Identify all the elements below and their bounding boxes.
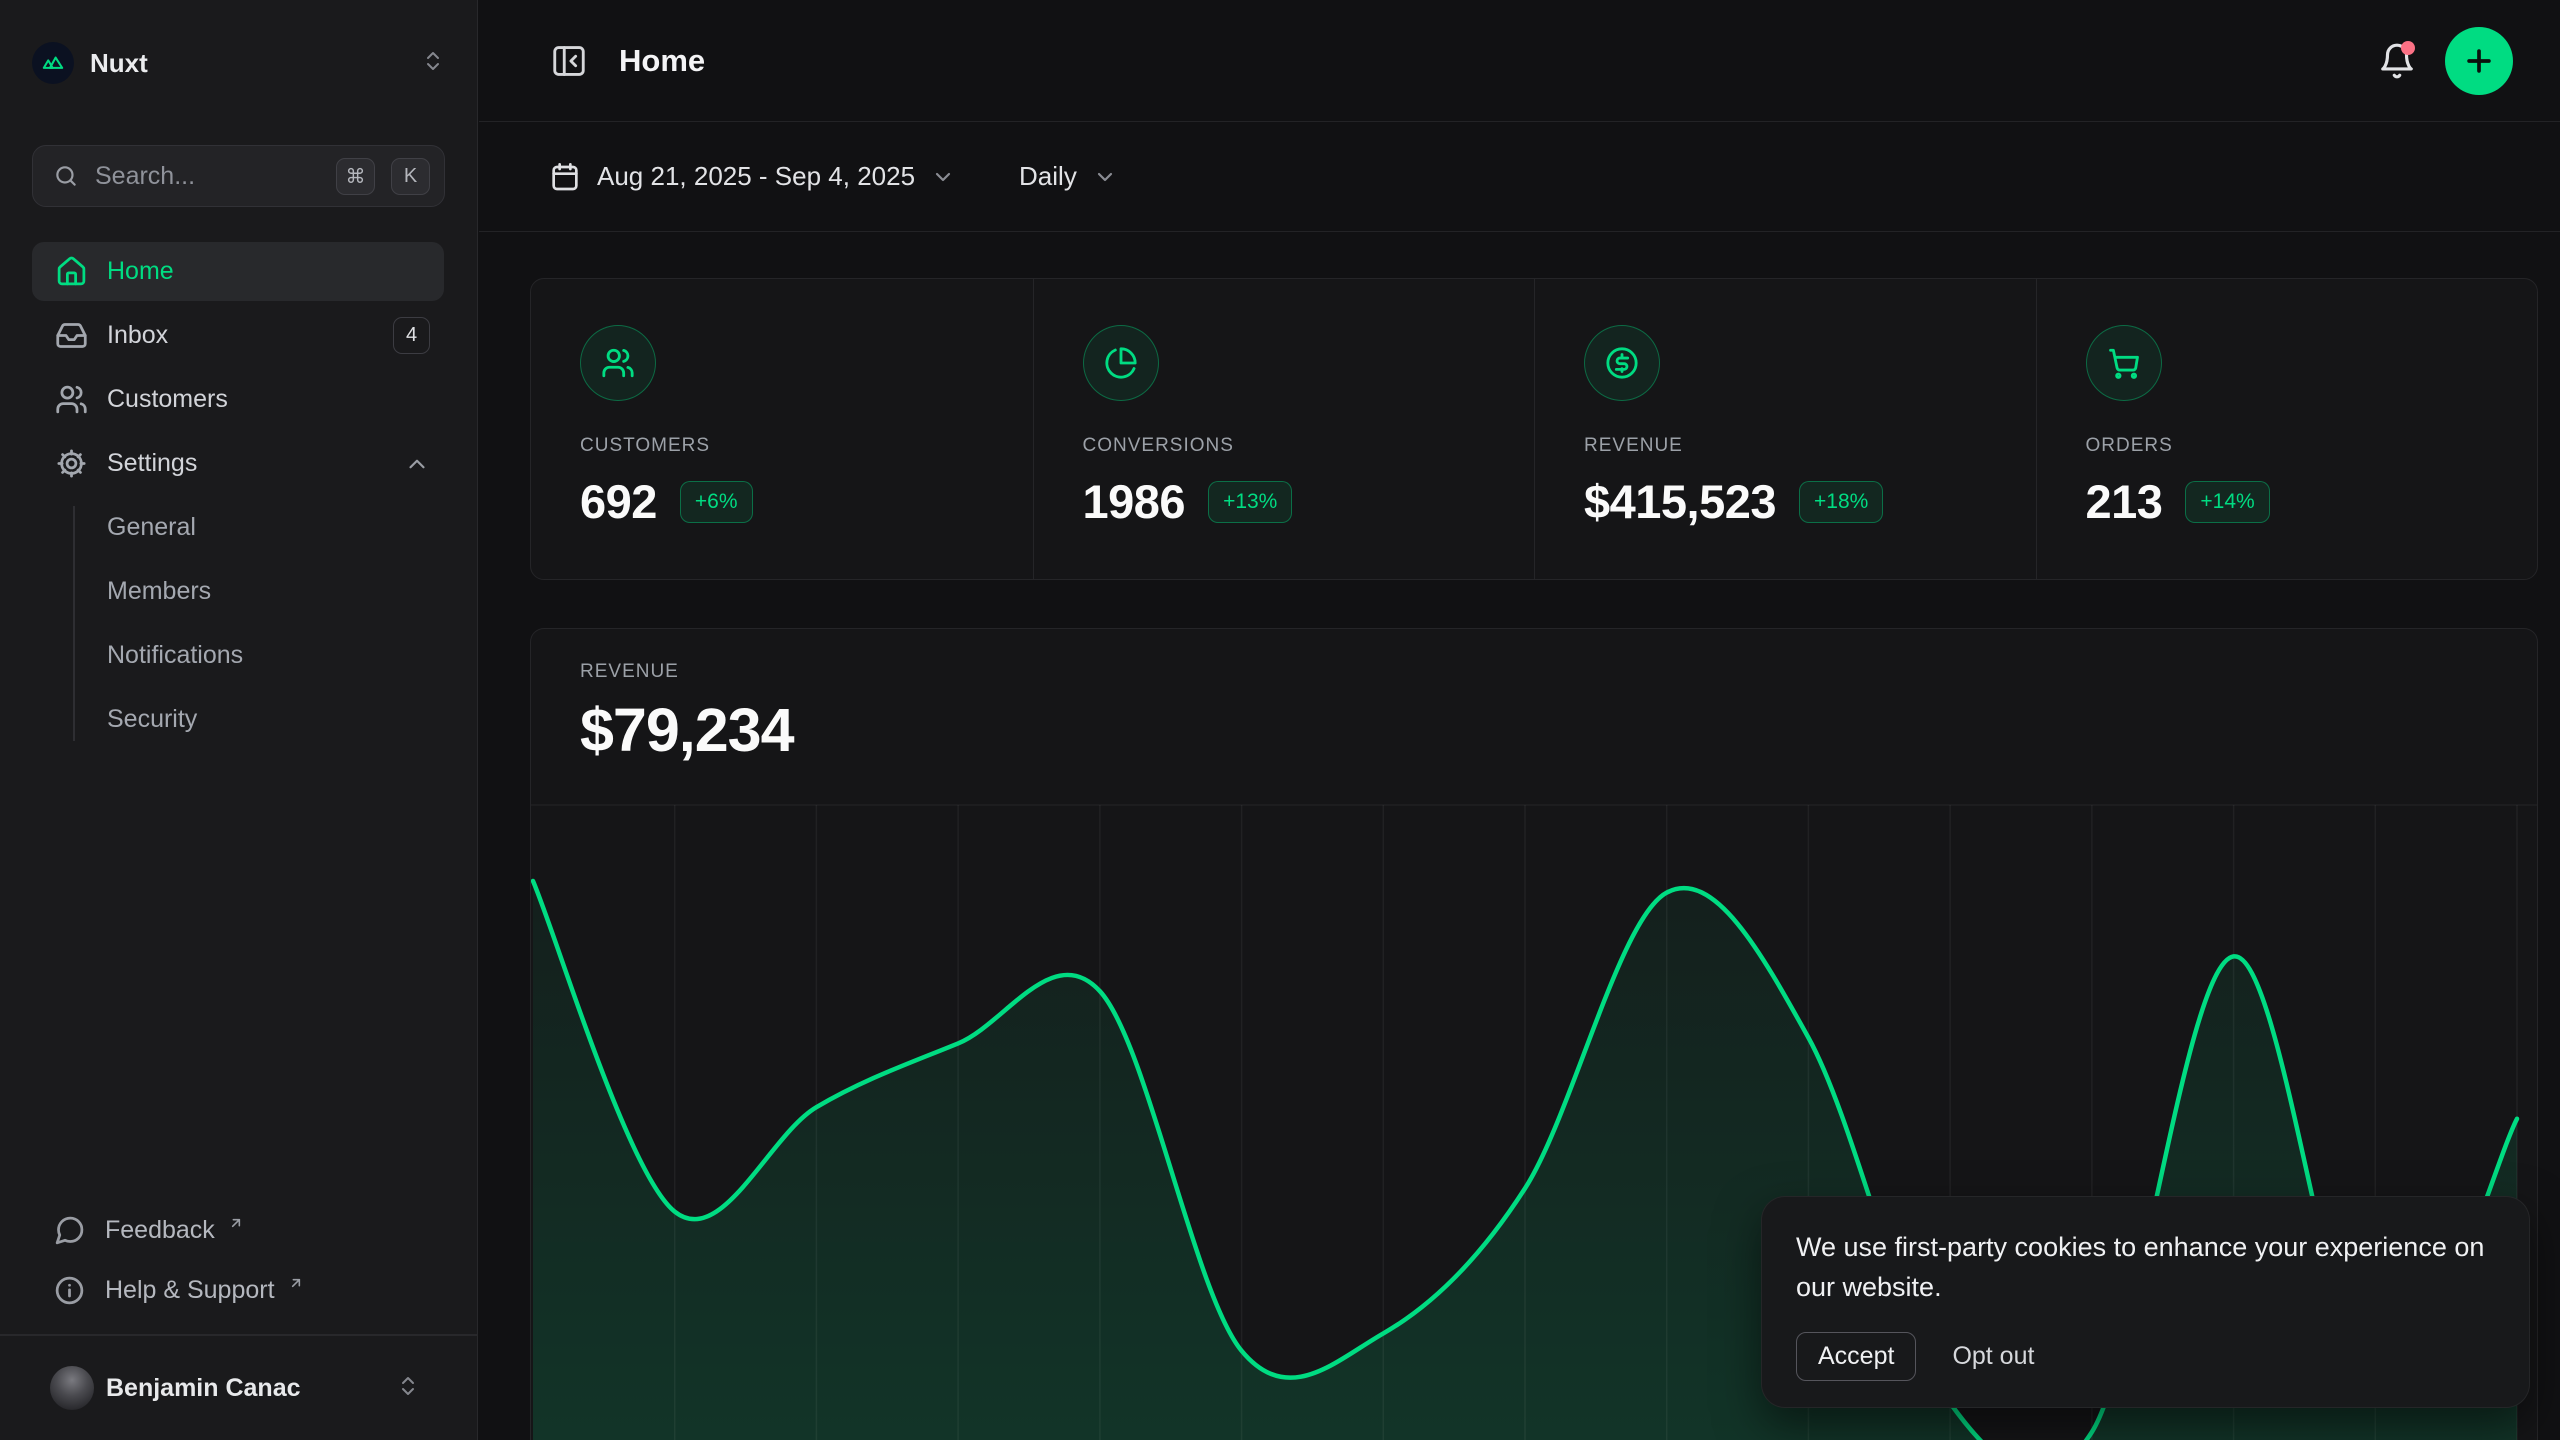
sidebar-item-label: General	[107, 513, 196, 542]
sidebar-footer-links: Feedback Help & Support	[32, 1200, 444, 1320]
search-bar[interactable]: ⌘ K	[32, 145, 445, 207]
granularity-select[interactable]: Daily	[1019, 161, 1117, 192]
sidebar-nav: Home Inbox 4 Customers Settings	[32, 242, 444, 754]
kbd-cmd: ⌘	[336, 158, 375, 195]
page-title: Home	[619, 43, 2373, 79]
user-name: Benjamin Canac	[106, 1374, 384, 1403]
sidebar-item-label: Members	[107, 577, 211, 606]
granularity-label: Daily	[1019, 161, 1077, 192]
sidebar-divider	[0, 1334, 478, 1336]
inbox-count-badge: 4	[393, 317, 430, 354]
revenue-value: $79,234	[580, 695, 794, 765]
avatar	[50, 1366, 94, 1410]
revenue-label: REVENUE	[580, 661, 679, 683]
panel-left-icon	[550, 42, 588, 80]
workspace-selector[interactable]: Nuxt	[32, 36, 445, 90]
stat-label: ORDERS	[2086, 435, 2538, 457]
users-icon	[55, 383, 88, 416]
sidebar-item-label: Settings	[107, 449, 385, 478]
sidebar-item-inbox[interactable]: Inbox 4	[32, 306, 444, 365]
sidebar-item-label: Inbox	[107, 321, 374, 350]
notification-dot	[2401, 41, 2415, 55]
chevron-down-icon	[1093, 165, 1117, 189]
pie-chart-icon	[1083, 325, 1159, 401]
subnav-guide-line	[73, 506, 75, 741]
notifications-button[interactable]	[2373, 37, 2421, 85]
external-link-arrow-icon	[228, 1215, 244, 1231]
sidebar-item-members[interactable]: Members	[32, 562, 444, 621]
feedback-label: Feedback	[105, 1216, 215, 1245]
search-input[interactable]	[95, 162, 320, 191]
sidebar-item-home[interactable]: Home	[32, 242, 444, 301]
cookie-message: We use first-party cookies to enhance yo…	[1796, 1227, 2491, 1307]
stat-delta-badge: +13%	[1208, 481, 1292, 523]
calendar-icon	[549, 161, 581, 193]
stat-orders: ORDERS 213 +14%	[2036, 279, 2538, 579]
chevrons-up-down-icon	[421, 49, 445, 78]
add-button[interactable]	[2445, 27, 2513, 95]
sidebar-item-label: Customers	[107, 385, 430, 414]
feedback-link[interactable]: Feedback	[32, 1200, 444, 1260]
user-menu[interactable]: Benjamin Canac	[32, 1352, 444, 1424]
chevrons-up-down-icon	[396, 1374, 420, 1403]
stat-revenue: REVENUE $415,523 +18%	[1534, 279, 2036, 579]
sidebar-item-settings[interactable]: Settings	[32, 434, 444, 493]
stat-value: $415,523	[1584, 474, 1776, 529]
sidebar: Nuxt ⌘ K Home Inbox 4 Customers	[0, 0, 478, 1440]
sidebar-item-notifications[interactable]: Notifications	[32, 626, 444, 685]
external-link-arrow-icon	[288, 1275, 304, 1291]
dollar-circle-icon	[1584, 325, 1660, 401]
dashboard-app: Nuxt ⌘ K Home Inbox 4 Customers	[0, 0, 2560, 1440]
stat-label: CONVERSIONS	[1083, 435, 1535, 457]
stats-summary-card: CUSTOMERS 692 +6% CONVERSIONS 1986 +13%	[530, 278, 2538, 580]
sidebar-item-label: Security	[107, 705, 197, 734]
chevron-down-icon	[931, 165, 955, 189]
stat-customers: CUSTOMERS 692 +6%	[531, 279, 1033, 579]
help-support-link[interactable]: Help & Support	[32, 1260, 444, 1320]
stat-value: 1986	[1083, 474, 1186, 529]
sidebar-item-customers[interactable]: Customers	[32, 370, 444, 429]
stat-conversions: CONVERSIONS 1986 +13%	[1033, 279, 1535, 579]
search-icon	[53, 163, 79, 189]
stat-label: REVENUE	[1584, 435, 2036, 457]
message-bubble-icon	[53, 1214, 86, 1247]
sidebar-item-general[interactable]: General	[32, 498, 444, 557]
stat-delta-badge: +6%	[680, 481, 753, 523]
inbox-icon	[55, 319, 88, 352]
users-icon	[580, 325, 656, 401]
help-support-label: Help & Support	[105, 1276, 275, 1305]
stat-value: 213	[2086, 474, 2163, 529]
date-range-label: Aug 21, 2025 - Sep 4, 2025	[597, 161, 915, 192]
sidebar-collapse-button[interactable]	[549, 41, 589, 81]
chevron-up-icon	[404, 451, 430, 477]
kbd-k: K	[391, 158, 430, 195]
stat-delta-badge: +14%	[2185, 481, 2269, 523]
accept-button[interactable]: Accept	[1796, 1332, 1916, 1381]
stat-delta-badge: +18%	[1799, 481, 1883, 523]
gear-icon	[55, 447, 88, 480]
settings-subnav: General Members Notifications Security	[32, 498, 444, 749]
date-range-picker[interactable]: Aug 21, 2025 - Sep 4, 2025	[549, 161, 955, 193]
cookie-banner: We use first-party cookies to enhance yo…	[1761, 1196, 2530, 1408]
workspace-name: Nuxt	[90, 48, 405, 79]
info-circle-icon	[53, 1274, 86, 1307]
shopping-cart-icon	[2086, 325, 2162, 401]
page-header: Home	[479, 0, 2560, 122]
home-icon	[55, 255, 88, 288]
stat-label: CUSTOMERS	[580, 435, 1033, 457]
nuxt-logo-icon	[32, 42, 74, 84]
stat-value: 692	[580, 474, 657, 529]
opt-out-button[interactable]: Opt out	[1952, 1342, 2034, 1371]
sidebar-item-security[interactable]: Security	[32, 690, 444, 749]
plus-icon	[2462, 44, 2496, 78]
filters-toolbar: Aug 21, 2025 - Sep 4, 2025 Daily	[479, 122, 2560, 232]
sidebar-item-label: Home	[107, 257, 430, 286]
sidebar-item-label: Notifications	[107, 641, 243, 670]
